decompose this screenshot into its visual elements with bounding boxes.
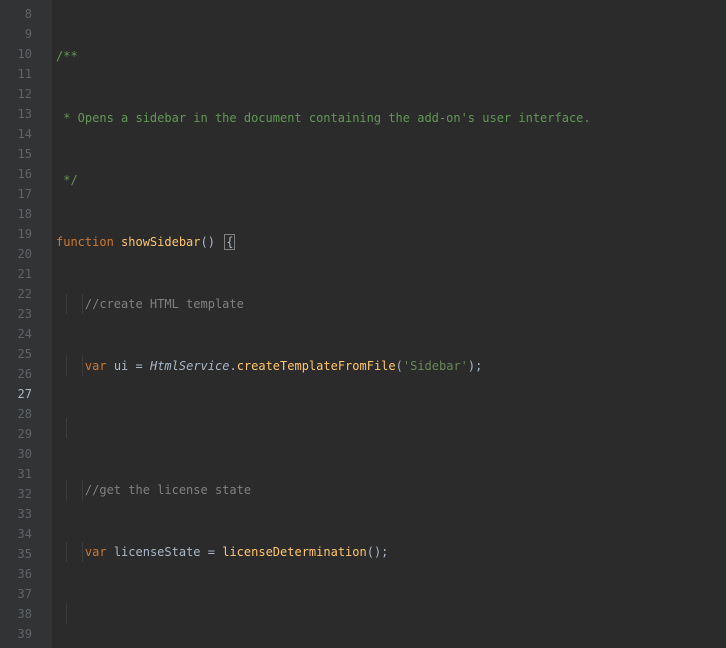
line-number: 29 — [0, 424, 42, 444]
line-number: 34 — [0, 524, 42, 544]
line-number: 15 — [0, 144, 42, 164]
line-number: 27 — [0, 384, 42, 404]
line-number: 31 — [0, 464, 42, 484]
brace-open-box: { — [224, 234, 235, 250]
method: createTemplateFromFile — [237, 359, 396, 373]
code-editor[interactable]: 8910111213141516171819202122232425262728… — [0, 0, 726, 648]
doc-comment: /** — [56, 49, 78, 63]
line-number: 28 — [0, 404, 42, 424]
line-number: 39 — [0, 624, 42, 644]
line-number: 21 — [0, 264, 42, 284]
line-number: 36 — [0, 564, 42, 584]
code-line[interactable]: /** — [52, 46, 726, 66]
function-name: showSidebar — [121, 235, 200, 249]
doc-comment: */ — [56, 173, 78, 187]
line-number: 14 — [0, 124, 42, 144]
code-line[interactable]: var ui = HtmlService.createTemplateFromF… — [52, 356, 726, 376]
var-ui: ui — [114, 359, 128, 373]
line-number: 8 — [0, 4, 42, 24]
line-number: 25 — [0, 344, 42, 364]
line-number: 23 — [0, 304, 42, 324]
doc-comment: * Opens a sidebar in the document contai… — [56, 111, 591, 125]
line-number: 38 — [0, 604, 42, 624]
line-number: 13 — [0, 104, 42, 124]
line-number: 35 — [0, 544, 42, 564]
line-number-gutter: 8910111213141516171819202122232425262728… — [0, 0, 42, 648]
line-number: 17 — [0, 184, 42, 204]
code-line[interactable]: */ — [52, 170, 726, 190]
kw-function: function — [56, 235, 114, 249]
line-number: 16 — [0, 164, 42, 184]
comment: //get the license state — [85, 483, 251, 497]
paren-open: ( — [201, 235, 208, 249]
paren-close: ) — [208, 235, 215, 249]
line-number: 33 — [0, 504, 42, 524]
fold-column — [42, 0, 52, 648]
line-number: 32 — [0, 484, 42, 504]
code-line[interactable]: var licenseState = licenseDetermination(… — [52, 542, 726, 562]
line-number: 24 — [0, 324, 42, 344]
line-number: 22 — [0, 284, 42, 304]
line-number: 10 — [0, 44, 42, 64]
string: 'Sidebar' — [403, 359, 468, 373]
line-number: 26 — [0, 364, 42, 384]
comment: //create HTML template — [85, 297, 244, 311]
line-number: 12 — [0, 84, 42, 104]
method: licenseDetermination — [222, 545, 367, 559]
line-number: 19 — [0, 224, 42, 244]
line-number: 30 — [0, 444, 42, 464]
line-number: 37 — [0, 584, 42, 604]
line-number: 9 — [0, 24, 42, 44]
type-htmlservice: HtmlService — [150, 359, 229, 373]
code-line[interactable]: function showSidebar() { — [52, 232, 726, 252]
line-number: 11 — [0, 64, 42, 84]
line-number: 18 — [0, 204, 42, 224]
code-line[interactable] — [52, 604, 726, 624]
code-line[interactable]: //get the license state — [52, 480, 726, 500]
code-line[interactable]: * Opens a sidebar in the document contai… — [52, 108, 726, 128]
var-licensestate: licenseState — [114, 545, 201, 559]
code-area[interactable]: /** * Opens a sidebar in the document co… — [52, 0, 726, 648]
code-line[interactable] — [52, 418, 726, 438]
code-line[interactable]: //create HTML template — [52, 294, 726, 314]
kw-var: var — [85, 359, 107, 373]
line-number: 20 — [0, 244, 42, 264]
